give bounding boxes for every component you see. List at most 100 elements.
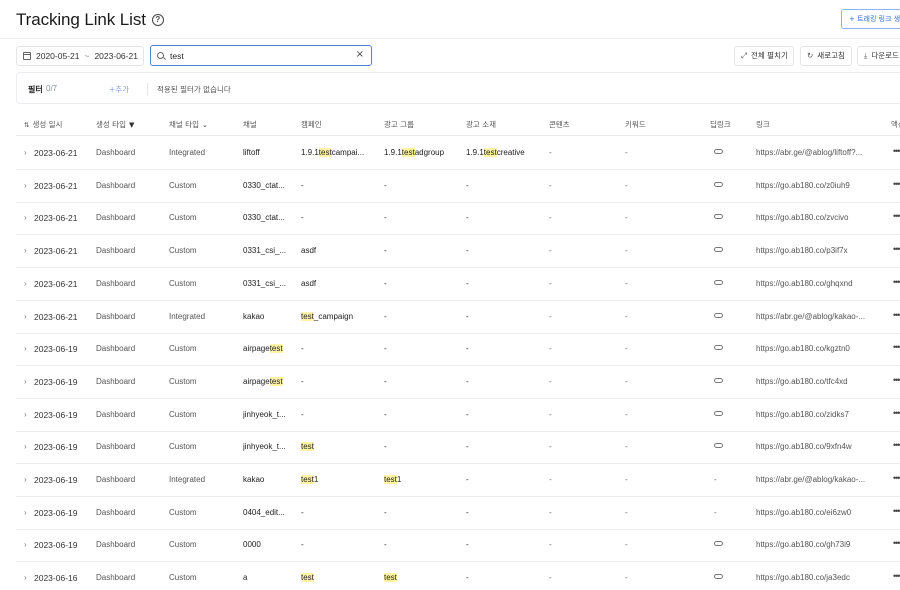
deeplink-link-icon[interactable] [714,148,734,157]
expand-row-chevron-icon[interactable]: › [24,148,27,157]
table-row[interactable]: › 2023-06-19 Dashboard Custom 0404_edit... - -… [16,497,900,530]
expand-row-chevron-icon[interactable]: › [24,312,27,321]
create-tracking-link-button[interactable]: + 트래킹 링크 생성 [841,9,900,29]
deeplink-link-icon[interactable] [714,181,734,190]
deeplink-link-icon[interactable] [714,377,734,386]
tracking-link[interactable]: https://go.ab180.co/ja3edc [756,573,868,582]
expand-row-chevron-icon[interactable]: › [24,540,27,549]
more-actions-icon[interactable]: ••• [893,244,900,254]
tracking-link[interactable]: https://go.ab180.co/ghqxnd [756,279,868,288]
table-row[interactable]: › 2023-06-19 Dashboard Custom airpagetest - - -… [16,366,900,399]
more-actions-icon[interactable]: ••• [893,408,900,418]
more-actions-icon[interactable]: ••• [893,375,900,385]
tracking-link[interactable]: https://go.ab180.co/z0iuh9 [756,181,868,190]
expand-all-button[interactable]: ⤢ 전체 펼치기 [734,46,794,66]
content: - [549,573,552,583]
tracking-link[interactable]: https://go.ab180.co/gh73i9 [756,540,868,549]
table-row[interactable]: › 2023-06-19 Dashboard Custom jinhyeok_t... -… [16,399,900,432]
tracking-link[interactable]: https://go.ab180.co/zvcivo [756,213,868,222]
deeplink-link-icon[interactable] [714,540,734,549]
date-range-picker[interactable]: 2020-05-21 ~ 2023-06-21 [16,46,144,66]
clear-icon[interactable]: × [356,49,364,60]
adgroup-text: - [384,180,387,190]
adgroup: - [384,246,456,255]
expand-row-chevron-icon[interactable]: › [24,279,27,288]
campaign-text: - [301,344,304,354]
search-box[interactable]: × [150,45,372,66]
content: - [549,278,552,288]
channel: jinhyeok_t... [243,442,290,451]
table-row[interactable]: › 2023-06-21 Dashboard Custom 0331_csi_... as… [16,235,900,269]
table-row[interactable]: › 2023-06-21 Dashboard Integrated kakao test_… [16,301,900,334]
more-actions-icon[interactable]: ••• [893,473,900,483]
keyword: - [625,409,628,419]
column-date[interactable]: ⇅ 생성 일시 [24,119,62,130]
tracking-link[interactable]: https://go.ab180.co/zidks7 [756,410,868,419]
column-gen-type[interactable]: 생성 타입 ▼ [96,119,134,130]
deeplink-link-icon[interactable] [714,573,734,582]
expand-row-chevron-icon[interactable]: › [24,410,27,419]
adgroup-text: - [384,213,387,223]
more-actions-icon[interactable]: ••• [893,310,900,320]
deeplink-link-icon[interactable] [714,442,734,451]
add-filter-button[interactable]: +추가 [109,84,129,95]
chevron-down-icon[interactable]: ⌄ [202,121,208,129]
search-input[interactable] [170,50,350,61]
expand-row-chevron-icon[interactable]: › [24,442,27,451]
refresh-button[interactable]: ↻ 새로고침 [800,46,852,66]
link-icon [714,214,723,220]
tracking-link[interactable]: https://go.ab180.co/tfc4xd [756,377,868,386]
table-row[interactable]: › 2023-06-21 Dashboard Custom 0330_ctat... - -… [16,170,900,203]
tracking-link[interactable]: https://go.ab180.co/kgztn0 [756,344,868,353]
expand-row-chevron-icon[interactable]: › [24,508,27,517]
deeplink-link-icon[interactable] [714,410,734,419]
expand-row-chevron-icon[interactable]: › [24,377,27,386]
campaign: - [301,508,373,517]
column-channel-type[interactable]: 채널 타입 ⌄ [169,119,208,130]
expand-row-chevron-icon[interactable]: › [24,573,27,582]
table-row[interactable]: › 2023-06-16 Dashboard Custom a test test - - - ht… [16,562,900,590]
expand-row-chevron-icon[interactable]: › [24,213,27,222]
more-actions-icon[interactable]: ••• [893,538,900,548]
expand-row-chevron-icon[interactable]: › [24,344,27,353]
filter-icon[interactable]: ▼ [129,121,134,129]
more-actions-icon[interactable]: ••• [893,146,900,156]
deeplink-link-icon[interactable] [714,213,734,222]
table-row[interactable]: › 2023-06-19 Dashboard Custom jinhyeok_t... t… [16,431,900,465]
page-title: Tracking Link List [16,10,146,29]
campaign-text: - [301,507,304,517]
table-row[interactable]: › 2023-06-19 Dashboard Integrated kakao test1… [16,464,900,497]
download-button[interactable]: ⤓ 다운로드 [857,46,900,66]
column-date-label: 생성 일시 [32,120,63,129]
more-actions-icon[interactable]: ••• [893,506,900,516]
tracking-link[interactable]: https://abr.ge/@ablog/kakao-... [756,312,868,321]
deeplink-link-icon[interactable] [714,344,734,353]
deeplink-link-icon[interactable] [714,246,734,255]
tracking-link[interactable]: https://go.ab180.co/9xfn4w [756,442,868,451]
table-row[interactable]: › 2023-06-21 Dashboard Integrated liftoff 1.9… [16,137,900,170]
expand-row-chevron-icon[interactable]: › [24,246,27,255]
more-actions-icon[interactable]: ••• [893,277,900,287]
deeplink-link-icon[interactable] [714,279,734,288]
table-row[interactable]: › 2023-06-21 Dashboard Custom 0330_ctat... - -… [16,202,900,236]
tracking-link[interactable]: https://abr.ge/@ablog/liftoff?... [756,148,868,157]
channel: 0404_edit... [243,508,290,517]
more-actions-icon[interactable]: ••• [893,211,900,221]
more-actions-icon[interactable]: ••• [893,571,900,581]
content: - [549,409,552,419]
expand-row-chevron-icon[interactable]: › [24,475,27,484]
more-actions-icon[interactable]: ••• [893,342,900,352]
more-actions-icon[interactable]: ••• [893,179,900,189]
expand-row-chevron-icon[interactable]: › [24,181,27,190]
channel: airpagetest [243,344,290,354]
table-row[interactable]: › 2023-06-19 Dashboard Custom 0000 - - - - - https… [16,529,900,563]
more-actions-icon[interactable]: ••• [893,440,900,450]
help-icon[interactable]: ? [151,14,164,26]
tracking-link[interactable]: https://abr.ge/@ablog/kakao-... [756,475,868,484]
table-row[interactable]: › 2023-06-21 Dashboard Custom 0331_csi_... as… [16,268,900,301]
tracking-link[interactable]: https://go.ab180.co/ei6zw0 [756,508,868,517]
table-row[interactable]: › 2023-06-19 Dashboard Custom airpagetest - - -… [16,333,900,367]
deeplink-link-icon[interactable] [714,312,734,321]
tracking-link[interactable]: https://go.ab180.co/p3if7x [756,246,868,255]
link-icon [714,181,723,187]
